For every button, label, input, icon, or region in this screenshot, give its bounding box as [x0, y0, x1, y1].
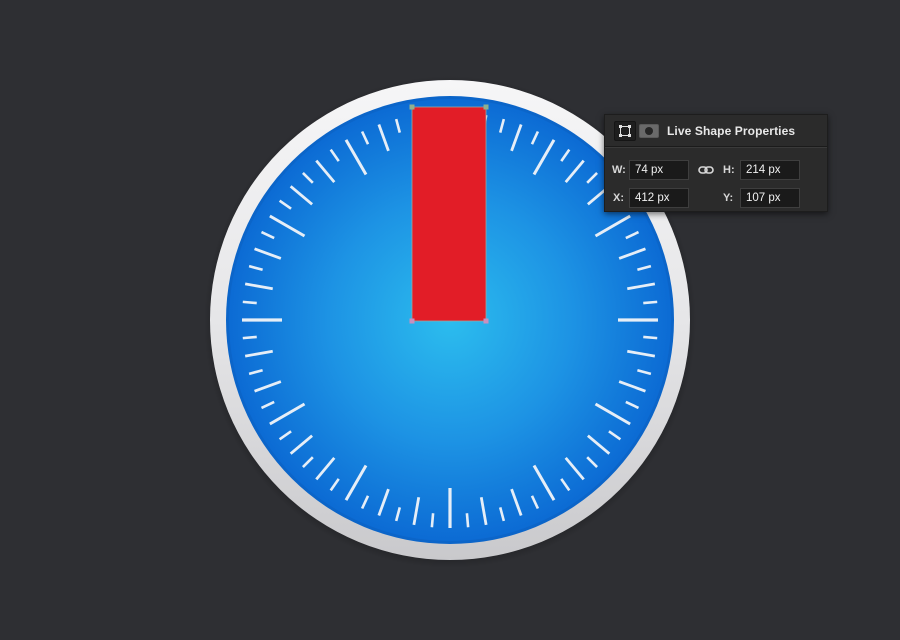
canvas — [204, 76, 696, 568]
handle-bottom-right[interactable] — [483, 318, 489, 324]
dial-tick — [643, 300, 658, 305]
handle-top-left[interactable] — [409, 104, 415, 110]
x-field[interactable]: 412 px — [629, 188, 689, 208]
width-label: W: — [612, 164, 626, 176]
handle-top-right[interactable] — [483, 104, 489, 110]
size-row: W: 74 px H: 214 px — [605, 160, 827, 182]
live-shape-properties-panel: Live Shape Properties W: 74 px H: 214 px… — [604, 114, 828, 212]
mask-icon[interactable] — [639, 123, 659, 138]
dial-tick — [242, 300, 257, 305]
y-label: Y: — [723, 192, 734, 204]
height-label: H: — [723, 164, 735, 176]
panel-title: Live Shape Properties — [667, 123, 796, 138]
dial-tick — [242, 335, 257, 340]
dial-tick — [430, 513, 435, 528]
y-field[interactable]: 107 px — [740, 188, 800, 208]
height-field[interactable]: 214 px — [740, 160, 800, 180]
dial-tick — [465, 513, 470, 528]
handle-bottom-left[interactable] — [409, 318, 415, 324]
link-icon[interactable] — [698, 163, 714, 177]
transform-icon[interactable] — [614, 120, 636, 141]
position-row: X: 412 px Y: 107 px — [605, 188, 827, 210]
needle-shape[interactable] — [412, 107, 486, 321]
x-label: X: — [613, 192, 624, 204]
width-field[interactable]: 74 px — [629, 160, 689, 180]
panel-header: Live Shape Properties — [605, 115, 827, 147]
dial-tick — [643, 335, 658, 340]
